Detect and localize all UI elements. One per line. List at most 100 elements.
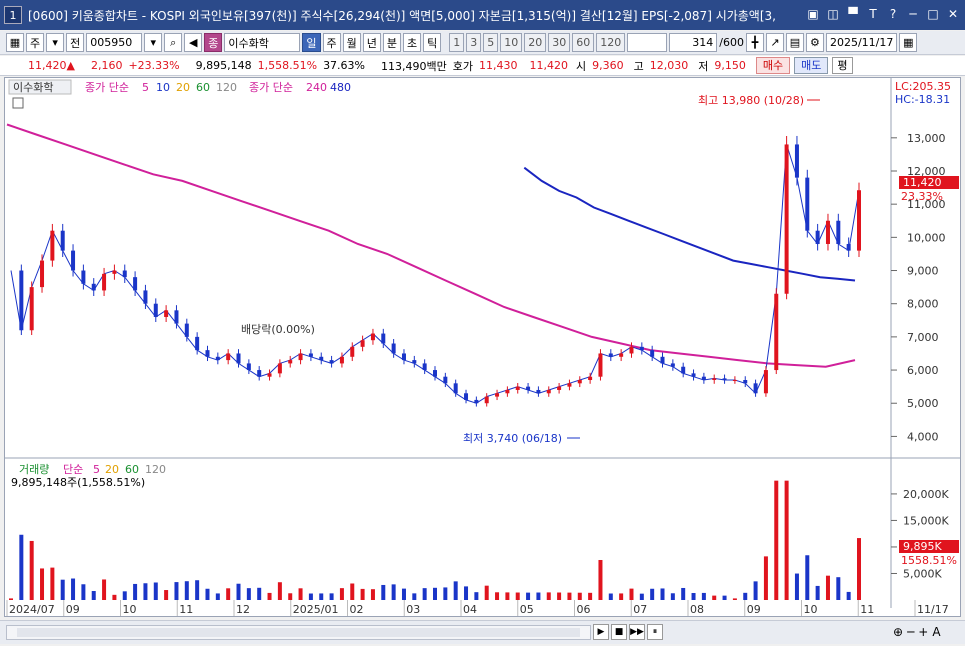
scroll-thumb[interactable]	[17, 628, 580, 637]
turnover-rate: 37.63%	[323, 59, 366, 72]
font-size-icon[interactable]: A	[932, 625, 940, 639]
volume-bar	[174, 582, 179, 600]
candle-settings-icon[interactable]: ╋	[745, 33, 764, 52]
candle-body	[691, 373, 696, 377]
volume: 9,895,148	[195, 59, 252, 72]
candle-body	[660, 356, 665, 364]
buy-button[interactable]: 매수	[755, 57, 791, 74]
volume-bar	[474, 592, 479, 600]
toolbar: ▦ 주 ▾ 전 005950 ▾ ⌕ ◀ 종 이수화학 일 주 월 년 분 초 …	[0, 31, 965, 55]
volume-bar	[526, 592, 531, 600]
zoom-controls: ⊕ ─ + A	[893, 625, 941, 639]
candle-body	[557, 386, 562, 390]
interval-60[interactable]: 60	[572, 33, 595, 52]
date-tick-label: 07	[633, 603, 647, 616]
chart-scrollbar[interactable]	[6, 625, 591, 640]
eval-button[interactable]: 평	[832, 57, 853, 74]
pause-button[interactable]: ⏸	[647, 624, 663, 640]
plus-icon[interactable]: +	[918, 625, 928, 639]
interval-120[interactable]: 120	[596, 33, 626, 52]
interval-10[interactable]: 10	[500, 33, 523, 52]
date-input[interactable]: 2025/11/17	[825, 33, 898, 52]
font-icon[interactable]: T	[865, 6, 881, 22]
candle-body	[391, 343, 396, 354]
candle-body	[784, 144, 789, 294]
volume-bar	[422, 588, 427, 600]
custom-interval-input[interactable]	[627, 33, 668, 52]
date-tick-label: 2024/07	[9, 603, 55, 616]
code-dropdown-icon[interactable]: ▾	[144, 33, 163, 52]
chevron-down-icon[interactable]: ▾	[46, 33, 65, 52]
date-tick-label: 05	[520, 603, 534, 616]
fast-forward-button[interactable]: ▶▶	[629, 624, 645, 640]
volume-bar	[515, 592, 520, 600]
date-tick-label: 04	[463, 603, 477, 616]
tab-minute[interactable]: 분	[382, 33, 401, 52]
grid-icon[interactable]: ▦	[6, 33, 24, 52]
tab-year[interactable]: 년	[362, 33, 381, 52]
play-button[interactable]: ▶	[593, 624, 609, 640]
interval-5[interactable]: 5	[483, 33, 499, 52]
interval-30[interactable]: 30	[548, 33, 571, 52]
volume-bar	[153, 582, 158, 600]
volume-bar	[815, 585, 820, 600]
current-price: 11,420	[28, 59, 67, 72]
calendar-icon[interactable]: ▦	[899, 33, 918, 52]
minimize-icon[interactable]: ─	[905, 6, 921, 22]
search-icon[interactable]: ⌕	[164, 33, 183, 52]
volume-bars	[9, 480, 861, 600]
layout-icon[interactable]: ▣	[805, 6, 821, 22]
draw-tool-icon[interactable]: ↗	[765, 33, 784, 52]
maximize-icon[interactable]: □	[925, 6, 941, 22]
volume-bar	[464, 586, 469, 600]
candle-body	[60, 230, 65, 251]
ma-legend-label[interactable]: 종가 단순	[85, 81, 129, 94]
candle-body	[495, 393, 500, 397]
candle-body	[505, 389, 510, 394]
gear-icon[interactable]: ⚙	[805, 33, 824, 52]
stop-button[interactable]: ■	[611, 624, 627, 640]
stock-code-input[interactable]: 005950	[86, 33, 143, 52]
ask-price: 11,430	[479, 59, 518, 72]
tab-week[interactable]: 주	[322, 33, 341, 52]
volume-bar	[339, 588, 344, 600]
interval-1[interactable]: 1	[449, 33, 465, 52]
period-toggle-button[interactable]: 주	[26, 33, 45, 52]
volume-bar	[619, 593, 624, 600]
candle-body	[722, 378, 727, 381]
hc-label: HC:-18.31	[895, 93, 950, 106]
volume-bar	[794, 573, 799, 600]
candle-body	[577, 380, 582, 384]
ma2-legend-label[interactable]: 종가 단순	[249, 81, 293, 94]
tab-day[interactable]: 일	[302, 33, 321, 52]
tab-second[interactable]: 초	[403, 33, 422, 52]
stock-chart[interactable]: 13,00012,00011,00010,0009,0008,0007,0006…	[5, 78, 960, 616]
sell-button[interactable]: 매도	[794, 57, 829, 74]
date-tick-label: 10	[123, 603, 137, 616]
tab-tick[interactable]: 틱	[423, 33, 442, 52]
speaker-icon[interactable]: ◀	[184, 33, 203, 52]
tile-icon[interactable]: ◫	[825, 6, 841, 22]
high-price: 12,030	[649, 59, 689, 72]
interval-3[interactable]: 3	[466, 33, 482, 52]
volume-bar	[319, 593, 324, 600]
interval-20[interactable]: 20	[524, 33, 547, 52]
count-input[interactable]: 314	[669, 33, 718, 52]
prev-button[interactable]: 전	[66, 33, 85, 52]
close-icon[interactable]: ✕	[945, 6, 961, 22]
pin-icon[interactable]: ▀	[845, 6, 861, 22]
volume-bar	[391, 584, 396, 600]
save-icon[interactable]: ▤	[785, 33, 804, 52]
zoom-out-icon[interactable]: ─	[907, 625, 914, 639]
volume-legend-group: 단순	[63, 463, 83, 476]
chart-area[interactable]: 13,000 12,000 11,000 10,000 9,000 8,000 7,000 6…	[4, 77, 961, 617]
vol-ma20-legend: 20	[105, 463, 119, 476]
stock-legend[interactable]: 이수화학	[13, 81, 53, 94]
volume-legend-title[interactable]: 거래량	[19, 463, 49, 476]
help-icon[interactable]: ?	[885, 6, 901, 22]
date-tick-label: 08	[690, 603, 704, 616]
zoom-in-icon[interactable]: ⊕	[893, 625, 903, 639]
volume-bar	[743, 592, 748, 600]
tab-month[interactable]: 월	[342, 33, 361, 52]
candle-body	[133, 277, 138, 291]
